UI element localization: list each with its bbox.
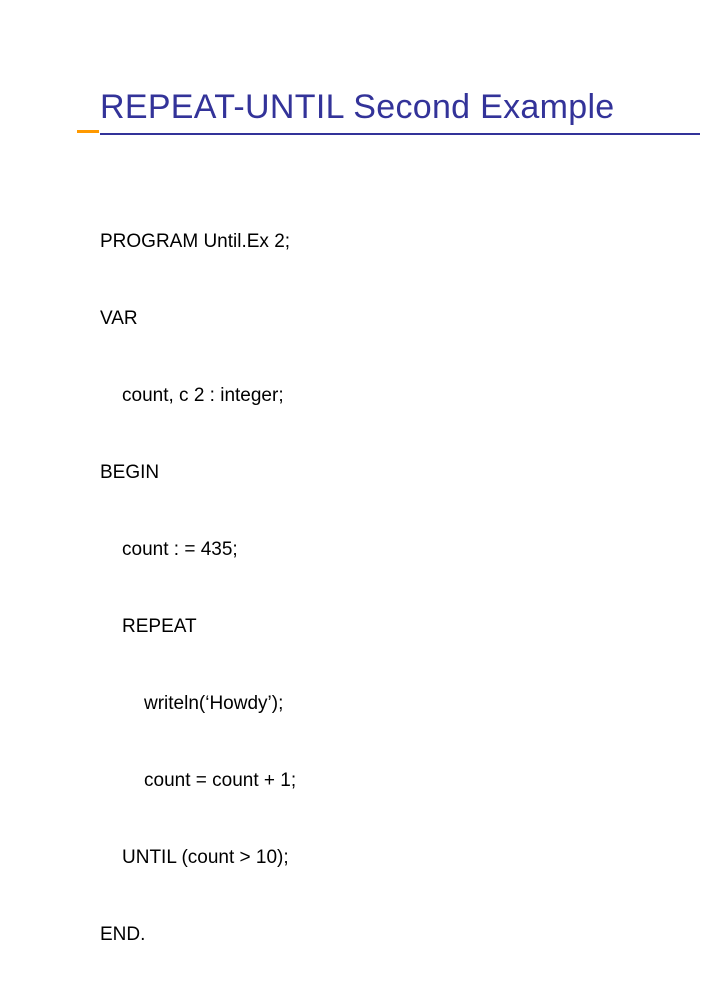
- code-line: REPEAT: [122, 614, 296, 640]
- slide-title: REPEAT-UNTIL Second Example: [100, 88, 700, 133]
- code-line: count : = 435;: [122, 537, 296, 563]
- title-underline: [100, 133, 700, 135]
- code-line: UNTIL (count > 10);: [122, 845, 296, 871]
- accent-bar: [77, 130, 99, 133]
- code-line: writeln(‘Howdy’);: [144, 691, 296, 717]
- code-line: BEGIN: [100, 460, 296, 486]
- title-wrap: REPEAT-UNTIL Second Example: [100, 88, 700, 135]
- code-line: count, c 2 : integer;: [122, 383, 296, 409]
- code-line: END.: [100, 922, 296, 948]
- code-line: VAR: [100, 306, 296, 332]
- code-line: PROGRAM Until.Ex 2;: [100, 229, 296, 255]
- slide: REPEAT-UNTIL Second Example PROGRAM Unti…: [0, 0, 720, 540]
- code-line: count = count + 1;: [144, 768, 296, 794]
- code-block: PROGRAM Until.Ex 2; VAR count, c 2 : int…: [100, 178, 296, 999]
